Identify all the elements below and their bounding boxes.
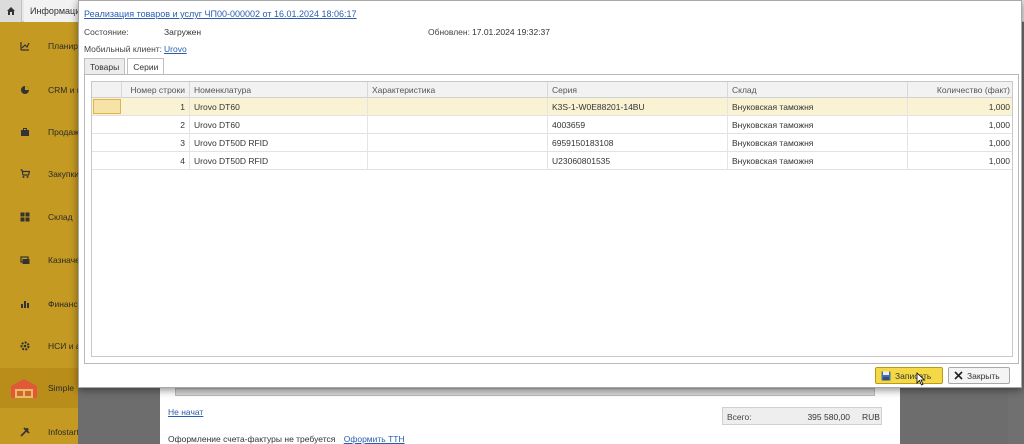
- sidebar-item-planning[interactable]: Планирование: [0, 26, 78, 66]
- total-value: 395 580,00: [807, 412, 850, 422]
- cell-line-number: 4: [122, 152, 190, 170]
- sidebar-item-label: Продажи: [48, 127, 78, 137]
- cell-item: Urovo DT60: [190, 116, 368, 134]
- updated-value: 17.01.2024 19:32:37: [472, 27, 550, 37]
- sidebar-item-warehouse[interactable]: Склад: [0, 197, 78, 237]
- column-header-characteristic[interactable]: Характеристика: [368, 82, 548, 98]
- cell-item: Urovo DT60: [190, 98, 368, 116]
- close-icon: [954, 371, 963, 380]
- cell-line-number: 3: [122, 134, 190, 152]
- column-header-warehouse[interactable]: Склад: [728, 82, 908, 98]
- cell-characteristic: [368, 116, 548, 134]
- floppy-disk-icon: [881, 371, 891, 381]
- close-button-label: Закрыть: [967, 370, 1000, 381]
- ttn-link[interactable]: Оформить ТТН: [344, 434, 405, 444]
- series-table: Номер строки Номенклатура Характеристика…: [91, 81, 1013, 357]
- cell-item: Urovo DT50D RFID: [190, 134, 368, 152]
- tools-icon: [20, 427, 30, 437]
- bar-chart-icon: [21, 301, 29, 308]
- total-currency: RUB: [862, 412, 880, 422]
- client-label: Мобильный клиент:: [84, 44, 163, 54]
- sidebar-item-admin[interactable]: НСИ и администрирование: [0, 326, 78, 366]
- column-header-marker: [92, 82, 122, 98]
- cell-characteristic: [368, 152, 548, 170]
- sidebar-item-treasury[interactable]: Казначейство: [0, 240, 78, 280]
- mouse-cursor-icon: [916, 372, 926, 386]
- home-button[interactable]: [0, 0, 22, 22]
- cell-quantity: 1,000: [988, 102, 1010, 112]
- sidebar-item-label: Склад: [48, 212, 73, 222]
- sidebar-item-toolkit[interactable]: Infostart Toolkit: [0, 412, 105, 444]
- sidebar: Планирование CRM и маркетинг Продажи Зак…: [0, 22, 105, 444]
- updated-label: Обновлен:: [428, 27, 470, 37]
- cell-line-number: 1: [122, 98, 190, 116]
- briefcase-icon: [21, 128, 29, 136]
- pie-chart-icon: [21, 86, 29, 94]
- tab-goods[interactable]: Товары: [84, 58, 126, 75]
- cell-series: 4003659: [548, 116, 728, 134]
- cell-warehouse: Внуковская таможня: [728, 98, 908, 116]
- document-modal: Реализация товаров и услуг ЧП00-000002 о…: [78, 0, 1022, 388]
- tab-series[interactable]: Серии: [127, 58, 165, 75]
- table-row[interactable]: 1 Urovo DT60 K3S-1-W0E88201-14BU Внуковс…: [92, 98, 1012, 116]
- sidebar-item-label: Казначейство: [48, 255, 78, 265]
- invoice-line: Оформление счета-фактуры не требуется Оф…: [168, 434, 405, 444]
- sidebar-item-label: Планирование: [48, 41, 78, 51]
- sidebar-item-label: НСИ и администрирование: [48, 341, 78, 351]
- sidebar-item-label: Финансовый контроль: [48, 299, 78, 309]
- tab-information[interactable]: Информационная: [24, 0, 80, 22]
- document-title-link[interactable]: Реализация товаров и услуг ЧП00-000002 о…: [84, 9, 357, 19]
- sidebar-item-sales[interactable]: Продажи: [0, 112, 78, 152]
- horizontal-scrollbar[interactable]: [175, 388, 875, 396]
- column-header-series[interactable]: Серия: [548, 82, 728, 98]
- sidebar-item-label: Закупки: [48, 169, 78, 179]
- sidebar-item-purchases[interactable]: Закупки: [0, 154, 78, 194]
- table-row[interactable]: 2 Urovo DT60 4003659 Внуковская таможня …: [92, 116, 1012, 134]
- total-label: Всего:: [727, 412, 752, 422]
- warehouse-icon: [11, 379, 37, 398]
- column-header-item[interactable]: Номенклатура: [190, 82, 368, 98]
- home-icon: [6, 7, 15, 15]
- column-header-quantity[interactable]: Количество (факт): [908, 82, 1012, 98]
- sidebar-item-finance[interactable]: Финансовый контроль: [0, 284, 78, 324]
- cell-quantity: 1,000: [988, 138, 1010, 148]
- grid-icon: [20, 212, 30, 222]
- status-link[interactable]: Не начат: [168, 407, 203, 417]
- cart-icon: [20, 169, 30, 178]
- tab-content: Номер строки Номенклатура Характеристика…: [84, 74, 1019, 364]
- row-cursor: [93, 99, 121, 114]
- chart-edit-icon: [20, 42, 30, 51]
- sidebar-item-crm[interactable]: CRM и маркетинг: [0, 70, 78, 110]
- money-icon: [20, 256, 30, 264]
- state-value: Загружен: [164, 27, 202, 37]
- cell-quantity: 1,000: [988, 156, 1010, 166]
- column-header-line-number[interactable]: Номер строки: [122, 82, 190, 98]
- cell-item: Urovo DT50D RFID: [190, 152, 368, 170]
- sidebar-item-simple[interactable]: Simple: [0, 368, 78, 408]
- invoice-text: Оформление счета-фактуры не требуется: [168, 434, 336, 444]
- close-button[interactable]: Закрыть: [948, 367, 1010, 384]
- sidebar-item-label: Simple: [48, 383, 74, 393]
- cell-quantity: 1,000: [988, 120, 1010, 130]
- cell-series: K3S-1-W0E88201-14BU: [548, 98, 728, 116]
- cell-characteristic: [368, 134, 548, 152]
- cell-warehouse: Внуковская таможня: [728, 116, 908, 134]
- cell-series: U23060801535: [548, 152, 728, 170]
- tab-bar: Товары Серии: [84, 58, 166, 75]
- cell-warehouse: Внуковская таможня: [728, 134, 908, 152]
- save-button[interactable]: Записать: [875, 367, 943, 384]
- client-link[interactable]: Urovo: [164, 44, 187, 54]
- gear-icon: [20, 341, 30, 351]
- cell-warehouse: Внуковская таможня: [728, 152, 908, 170]
- cell-characteristic: [368, 98, 548, 116]
- table-header: Номер строки Номенклатура Характеристика…: [92, 82, 1012, 98]
- cell-line-number: 2: [122, 116, 190, 134]
- table-row[interactable]: 3 Urovo DT50D RFID 6959150183108 Внуковс…: [92, 134, 1012, 152]
- state-label: Состояние:: [84, 27, 129, 37]
- table-row[interactable]: 4 Urovo DT50D RFID U23060801535 Внуковск…: [92, 152, 1012, 170]
- sidebar-item-label: CRM и маркетинг: [48, 85, 78, 95]
- cell-series: 6959150183108: [548, 134, 728, 152]
